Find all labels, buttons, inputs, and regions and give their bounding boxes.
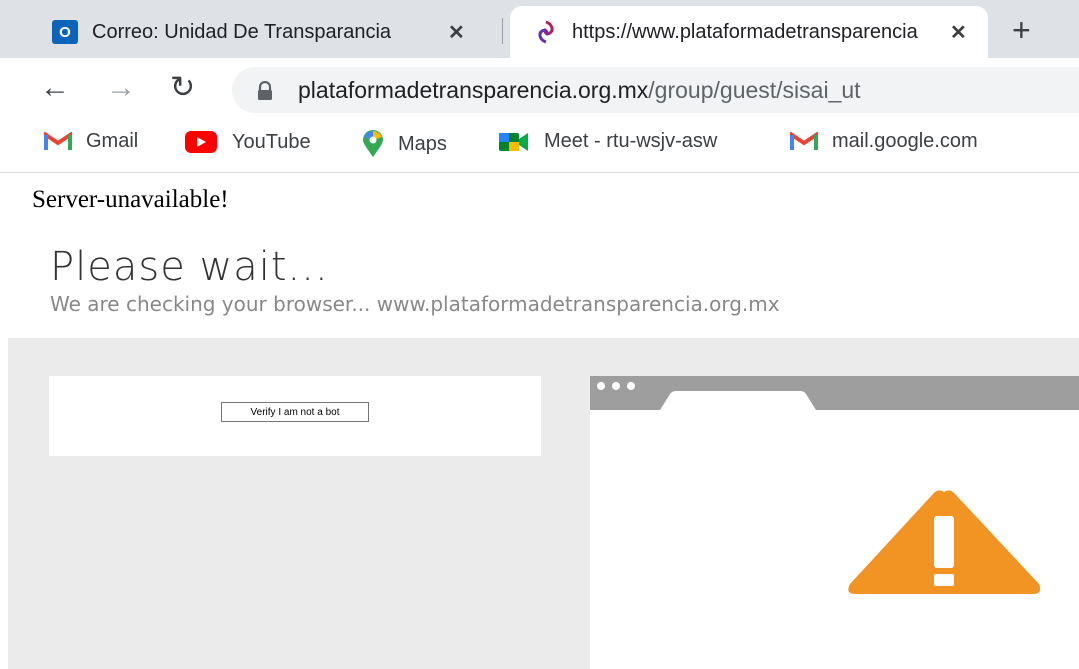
outlook-icon: O	[52, 20, 78, 44]
window-dot-icon	[612, 382, 620, 390]
tab-plataforma[interactable]: https://www.plataformadetransparencia ✕	[510, 6, 988, 58]
url-path: /group/guest/sisai_ut	[648, 77, 861, 103]
youtube-icon	[184, 130, 218, 154]
bookmark-label: Gmail	[86, 130, 139, 152]
reload-icon[interactable]: ↻	[170, 66, 195, 110]
verify-button[interactable]: Verify I am not a bot	[221, 402, 369, 422]
site-favicon-icon	[534, 20, 558, 44]
bookmark-meet[interactable]: Meet - rtu-wsjv-asw	[498, 130, 717, 153]
page-subtitle: We are checking your browser... www.plat…	[50, 292, 780, 316]
bookmark-label: mail.google.com	[832, 130, 978, 152]
page-title: Please wait...	[50, 244, 329, 290]
bookmark-youtube[interactable]: YouTube	[184, 130, 311, 154]
tab-title: https://www.plataformadetransparencia	[572, 20, 918, 43]
close-icon[interactable]: ✕	[448, 20, 465, 45]
back-icon[interactable]: ←	[40, 66, 70, 110]
maps-icon	[362, 130, 384, 158]
window-dot-icon	[627, 382, 635, 390]
meet-icon	[498, 131, 530, 153]
close-icon[interactable]: ✕	[950, 20, 967, 45]
bookmark-label: Maps	[398, 132, 447, 155]
forward-icon[interactable]: →	[106, 66, 136, 110]
bookmark-label: YouTube	[232, 130, 311, 153]
bookmark-gmail[interactable]: Gmail	[44, 130, 138, 153]
bookmark-mail-google[interactable]: mail.google.com	[790, 130, 978, 153]
gmail-icon	[790, 131, 818, 152]
tab-separator	[502, 18, 503, 44]
server-message: Server-unavailable!	[32, 186, 229, 213]
gmail-icon	[44, 131, 72, 152]
warning-icon	[845, 488, 1043, 603]
bookmark-label: Meet - rtu-wsjv-asw	[544, 130, 718, 152]
tab-title: Correo: Unidad De Transparancia	[92, 20, 392, 43]
tab-outlook[interactable]: O Correo: Unidad De Transparancia ✕	[38, 6, 500, 58]
browser-illustration-titlebar	[590, 376, 1079, 410]
new-tab-button[interactable]: +	[1012, 12, 1031, 48]
lock-icon[interactable]	[256, 80, 274, 106]
url-text[interactable]: plataformadetransparencia.org.mx/group/g…	[298, 76, 861, 104]
url-host: plataformadetransparencia.org.mx	[298, 77, 649, 103]
window-dot-icon	[597, 382, 605, 390]
bookmark-maps[interactable]: Maps	[362, 130, 447, 158]
